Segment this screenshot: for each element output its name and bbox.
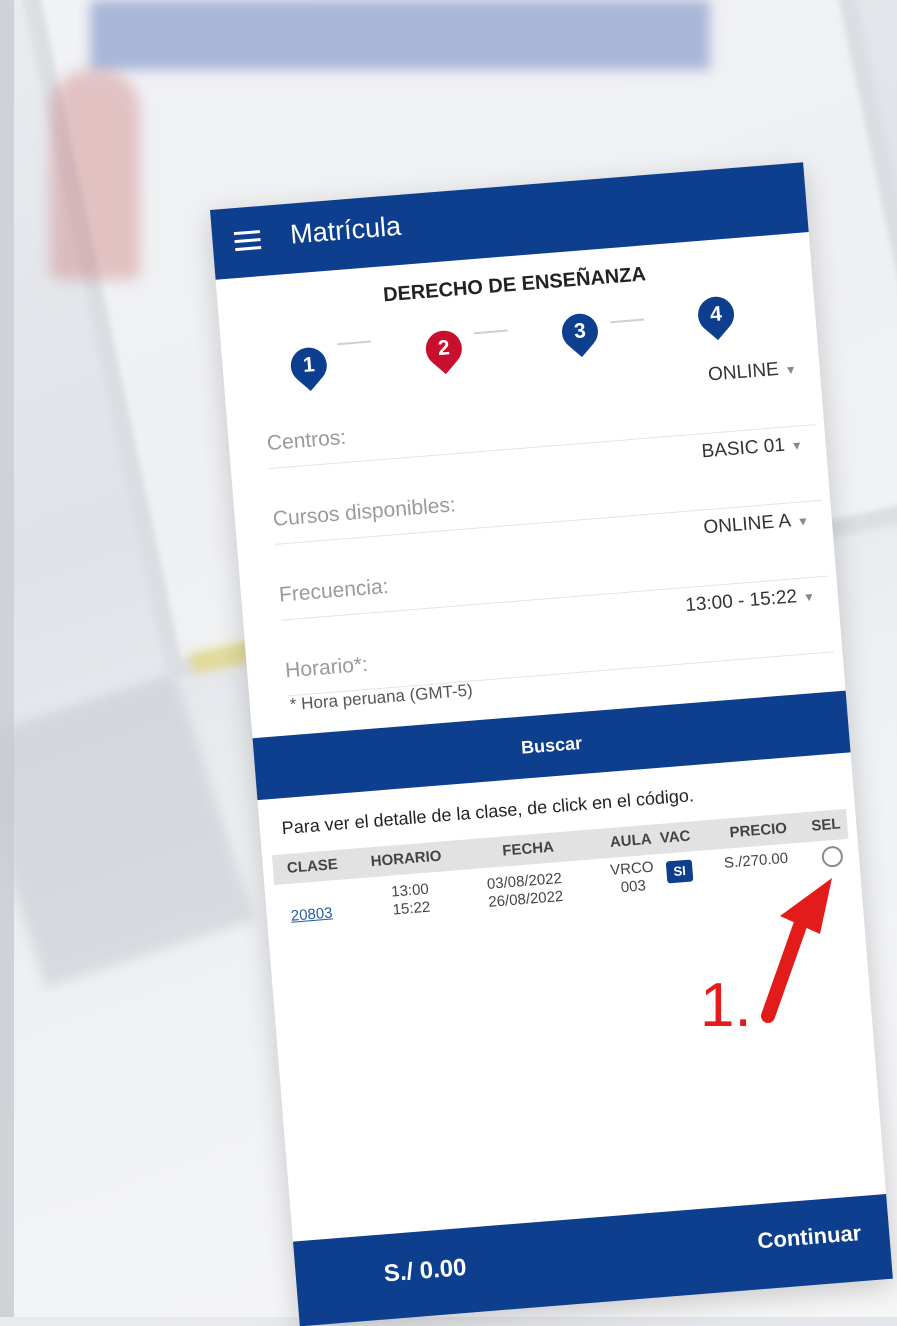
row-fecha: 03/08/2022 26/08/2022 (486, 870, 564, 912)
aula-line-1: VRCO (609, 858, 655, 879)
step-connector (337, 340, 372, 346)
header-precio: PRECIO (728, 819, 788, 842)
annotation-arrow-icon (761, 878, 832, 1023)
aula-line-2: 003 (620, 877, 647, 897)
total-amount: S./ 0.00 (382, 1253, 468, 1288)
step-number: 3 (573, 319, 587, 344)
header-aula: AULA (609, 830, 653, 851)
cursos-value: BASIC 01 ▼ (700, 434, 804, 463)
header-fecha: FECHA (501, 838, 555, 860)
continue-button[interactable]: Continuar (757, 1220, 863, 1254)
step-number: 4 (709, 302, 723, 327)
hamburger-menu-icon[interactable] (233, 230, 262, 252)
row-vac: SI (665, 859, 694, 884)
select-radio[interactable] (821, 845, 844, 868)
step-connector (473, 329, 508, 335)
header-vac: VAC (659, 827, 691, 847)
horario-value: 13:00 - 15:22 ▼ (684, 586, 816, 617)
background-edge (0, 0, 14, 1317)
cursos-label: Cursos disponibles: (272, 493, 457, 531)
dropdown-caret-icon: ▼ (796, 513, 810, 529)
horario-end: 15:22 (392, 898, 431, 919)
background-banner (90, 0, 710, 70)
phone-screen: Matrícula DERECHO DE ENSEÑANZA 1 2 3 4 C… (210, 162, 893, 1326)
header-sel: SEL (810, 815, 842, 835)
footer-bar: S./ 0.00 Continuar (293, 1193, 893, 1326)
header-clase: CLASE (286, 855, 339, 877)
frecuencia-value: ONLINE A ▼ (702, 510, 810, 539)
dropdown-caret-icon: ▼ (790, 438, 804, 454)
horario-label: Horario*: (284, 652, 369, 683)
annotation-label: 1. (700, 971, 752, 1040)
centros-value: ONLINE ▼ (707, 358, 798, 386)
header-horario: HORARIO (370, 847, 443, 871)
step-number: 1 (302, 353, 316, 378)
background-figure (50, 70, 140, 280)
dropdown-caret-icon: ▼ (784, 362, 798, 378)
page-title: Matrícula (289, 210, 403, 250)
vacancy-badge: SI (665, 859, 694, 884)
row-aula: VRCO 003 (610, 859, 656, 898)
class-code-link[interactable]: 20803 (290, 904, 333, 925)
frecuencia-label: Frecuencia: (278, 574, 390, 607)
step-number: 2 (437, 336, 451, 361)
row-horario: 13:00 15:22 (391, 881, 431, 920)
background-keyboard (0, 672, 255, 988)
dropdown-caret-icon: ▼ (802, 589, 816, 605)
centros-label: Centros: (266, 425, 347, 456)
step-connector (610, 318, 645, 324)
